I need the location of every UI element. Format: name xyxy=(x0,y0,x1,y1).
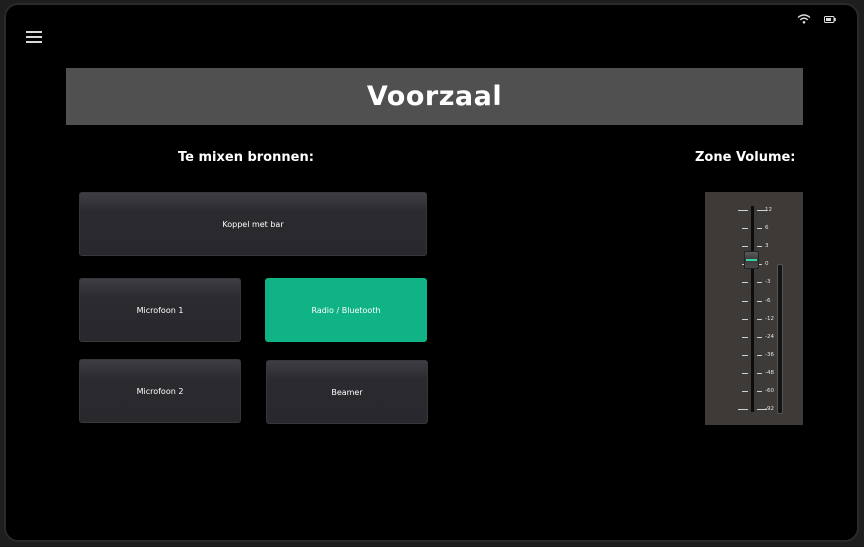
scale-tick xyxy=(742,372,748,374)
scale-tick xyxy=(757,282,762,284)
menu-line xyxy=(26,36,42,38)
scale-tick xyxy=(742,282,748,284)
scale-tick xyxy=(757,246,762,248)
scale-tick xyxy=(757,336,762,338)
button-label: Radio / Bluetooth xyxy=(311,305,381,315)
scale-label: -6 xyxy=(765,297,771,304)
wifi-icon xyxy=(797,14,811,24)
zone-volume-fader[interactable]: 12 6 3 0 -3 -6 -12 -24 -36 -48 -60 -92 xyxy=(705,192,803,425)
scale-tick xyxy=(738,210,748,211)
scale-tick xyxy=(742,391,748,392)
source-button-radio-bluetooth[interactable]: Radio / Bluetooth xyxy=(265,278,427,342)
button-label: Microfoon 2 xyxy=(136,386,184,396)
scale-tick xyxy=(757,354,762,356)
scale-label: -60 xyxy=(765,388,774,394)
scale-label: -92 xyxy=(765,406,774,413)
button-label: Koppel met bar xyxy=(222,219,284,229)
source-button-microfoon-2[interactable]: Microfoon 2 xyxy=(79,359,241,423)
scale-label: 12 xyxy=(765,207,772,213)
hamburger-menu-icon[interactable] xyxy=(26,31,42,43)
button-label: Microfoon 1 xyxy=(136,305,184,315)
source-button-microfoon-1[interactable]: Microfoon 1 xyxy=(79,278,241,342)
scale-tick xyxy=(757,391,762,392)
scale-label: -3 xyxy=(765,279,771,286)
scale-tick xyxy=(742,354,748,356)
menu-line xyxy=(26,31,42,33)
scale-tick xyxy=(757,318,762,320)
source-button-koppel-met-bar[interactable]: Koppel met bar xyxy=(79,192,427,256)
scale-label: -24 xyxy=(765,333,774,340)
scale-label: 6 xyxy=(765,225,769,232)
title-bar: Voorzaal xyxy=(66,68,803,125)
page-title: Voorzaal xyxy=(366,81,503,112)
scale-tick xyxy=(738,409,748,411)
battery-icon xyxy=(824,16,836,23)
scale-label: -12 xyxy=(765,315,774,322)
button-label: Beamer xyxy=(331,387,363,397)
zone-volume-heading: Zone Volume: xyxy=(695,150,796,165)
source-button-beamer[interactable]: Beamer xyxy=(266,360,428,424)
scale-tick xyxy=(742,318,748,320)
scale-label: 0 xyxy=(765,261,769,268)
scale-tick xyxy=(742,300,748,302)
scale-label: -36 xyxy=(765,351,774,358)
scale-tick xyxy=(742,228,748,230)
menu-line xyxy=(26,41,42,43)
scale-label: -48 xyxy=(765,369,774,376)
scale-tick xyxy=(742,246,748,248)
fader-track xyxy=(751,206,754,412)
level-meter xyxy=(777,264,783,414)
scale-tick xyxy=(742,336,748,338)
fader-handle[interactable] xyxy=(744,251,759,269)
scale-tick xyxy=(757,300,762,302)
sources-heading: Te mixen bronnen: xyxy=(178,150,314,165)
scale-tick xyxy=(757,372,762,374)
scale-tick xyxy=(757,228,762,230)
scale-label: 3 xyxy=(765,243,769,250)
